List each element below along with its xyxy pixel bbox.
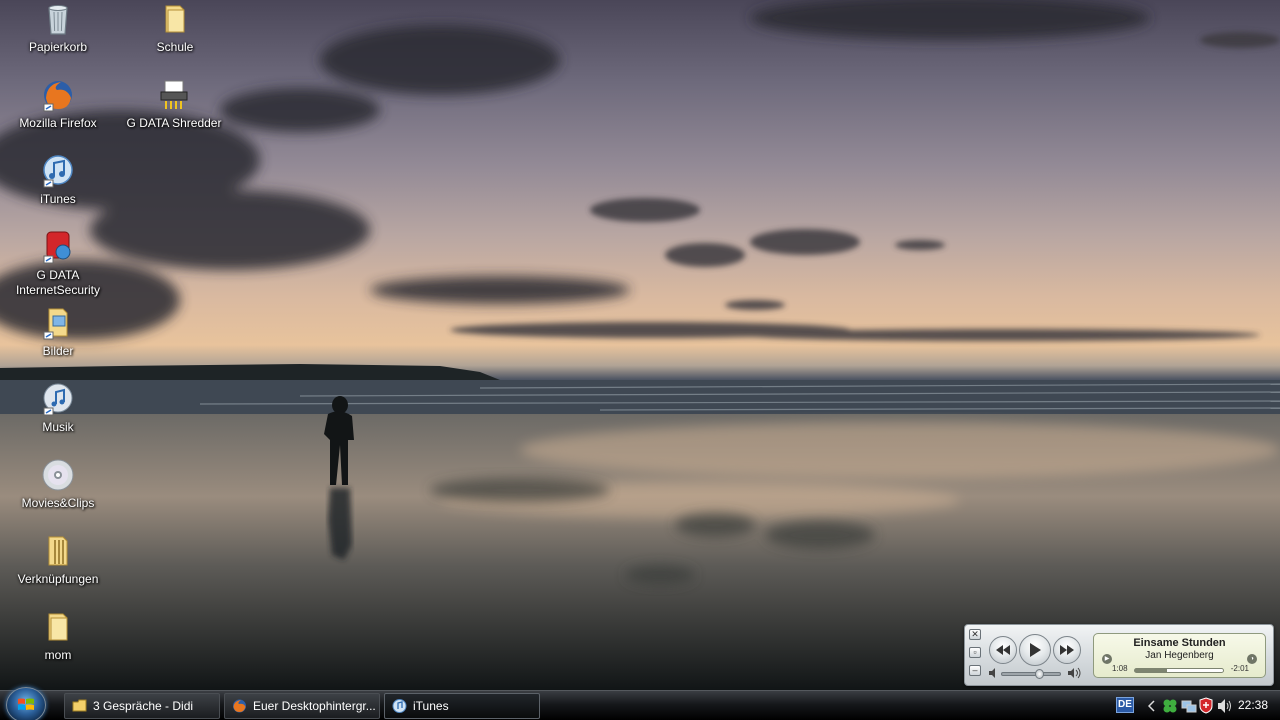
pictures-shortcut-icon	[41, 306, 75, 340]
progress-fill	[1135, 669, 1167, 672]
desktop-icon-label: Verknüpfungen	[17, 572, 99, 586]
recycle-bin-icon	[41, 2, 75, 36]
toggle-display-icon[interactable]: ◑	[1247, 654, 1257, 664]
volume-high-icon	[1068, 667, 1081, 679]
desktop-icon-label: Movies&Clips	[21, 496, 95, 510]
artist-name: Jan Hegenberg	[1145, 650, 1214, 661]
gdata-icon	[41, 230, 75, 264]
chat-icon	[72, 699, 87, 712]
desktop-icon-label: Bilder	[42, 344, 74, 358]
previous-button[interactable]	[989, 636, 1017, 664]
remaining-time: -2:01	[1230, 664, 1249, 673]
progress-bar[interactable]	[1134, 668, 1224, 673]
taskbar-button-firefox[interactable]: Euer Desktophintergr...	[224, 693, 380, 719]
volume-slider[interactable]	[1001, 669, 1061, 679]
zip-folder-icon	[41, 534, 75, 568]
desktop-icon-firefox[interactable]: Mozilla Firefox	[3, 78, 113, 131]
elapsed-time: 1:08	[1112, 664, 1128, 673]
desktop-icon-schule[interactable]: Schule	[120, 2, 230, 55]
previous-icon	[996, 645, 1010, 655]
taskbar-label: iTunes	[413, 699, 449, 713]
language-indicator[interactable]: DE	[1116, 697, 1134, 713]
security-shield-icon[interactable]	[1199, 697, 1213, 714]
firefox-icon	[41, 78, 75, 112]
system-clock[interactable]: 22:38	[1238, 698, 1268, 712]
folder-icon	[41, 610, 75, 644]
music-shortcut-icon	[41, 382, 75, 416]
tray-expand-icon[interactable]	[1148, 700, 1156, 712]
desktop-icon-itunes[interactable]: iTunes	[3, 154, 113, 207]
next-button[interactable]	[1053, 636, 1081, 664]
itunes-icon	[41, 154, 75, 188]
disc-icon	[41, 458, 75, 492]
play-button[interactable]	[1019, 634, 1051, 666]
minimize-icon[interactable]: –	[969, 665, 981, 676]
desktop-icon-label: Papierkorb	[28, 40, 88, 54]
shredder-icon	[157, 78, 191, 112]
taskbar: 3 Gespräche - Didi Euer Desktophintergr.…	[0, 687, 1280, 720]
firefox-icon	[233, 699, 246, 713]
itunes-icon	[392, 699, 407, 713]
play-icon	[1030, 643, 1041, 657]
network-icon[interactable]	[1181, 698, 1197, 714]
taskbar-button-chat[interactable]: 3 Gespräche - Didi	[64, 693, 220, 719]
start-button[interactable]	[6, 687, 46, 720]
now-playing-display: Einsame Stunden Jan Hegenberg ▶ ◑ 1:08 -…	[1093, 633, 1266, 678]
volume-low-icon	[989, 668, 995, 678]
taskbar-label: 3 Gespräche - Didi	[93, 699, 194, 713]
volume-tray-icon[interactable]	[1217, 698, 1233, 714]
desktop-icon-label: Musik	[42, 420, 74, 434]
song-title: Einsame Stunden	[1133, 637, 1226, 649]
clover-tray-icon[interactable]	[1162, 698, 1178, 714]
desktop-icon-verknuepfungen[interactable]: Verknüpfungen	[3, 534, 113, 587]
desktop-icon-label: Mozilla Firefox	[19, 116, 97, 130]
restore-icon[interactable]: ▫	[969, 647, 981, 658]
desktop-icon-recycle-bin[interactable]: Papierkorb	[3, 2, 113, 55]
desktop-icon-movies-clips[interactable]: Movies&Clips	[3, 458, 113, 511]
taskbar-button-itunes[interactable]: iTunes	[384, 693, 540, 719]
desktop-icon-label: G DATA InternetSecurity	[15, 268, 101, 297]
desktop-icon-label: G DATA Shredder	[126, 116, 222, 130]
desktop-icon-label: mom	[44, 648, 72, 662]
taskbar-label: Euer Desktophintergr...	[253, 699, 376, 713]
windows-logo-icon	[18, 698, 34, 710]
desktop-icon-label: iTunes	[40, 192, 76, 206]
desktop-icon-musik[interactable]: Musik	[3, 382, 113, 435]
desktop-icon-bilder[interactable]: Bilder	[3, 306, 113, 359]
snapback-icon[interactable]: ▶	[1102, 654, 1112, 664]
desktop-icon-label: Schule	[156, 40, 194, 54]
close-icon[interactable]: ✕	[969, 629, 981, 640]
volume-knob[interactable]	[1034, 669, 1044, 679]
itunes-mini-player: ✕ ▫ – Einsame Stunden Jan Hegenberg ▶ ◑ …	[964, 624, 1274, 686]
desktop-icon-gdata-internetsecurity[interactable]: G DATA InternetSecurity	[3, 230, 113, 298]
desktop-icon-gdata-shredder[interactable]: G DATA Shredder	[119, 78, 229, 131]
next-icon	[1060, 645, 1074, 655]
desktop-icon-mom[interactable]: mom	[3, 610, 113, 663]
folder-icon	[158, 2, 192, 36]
